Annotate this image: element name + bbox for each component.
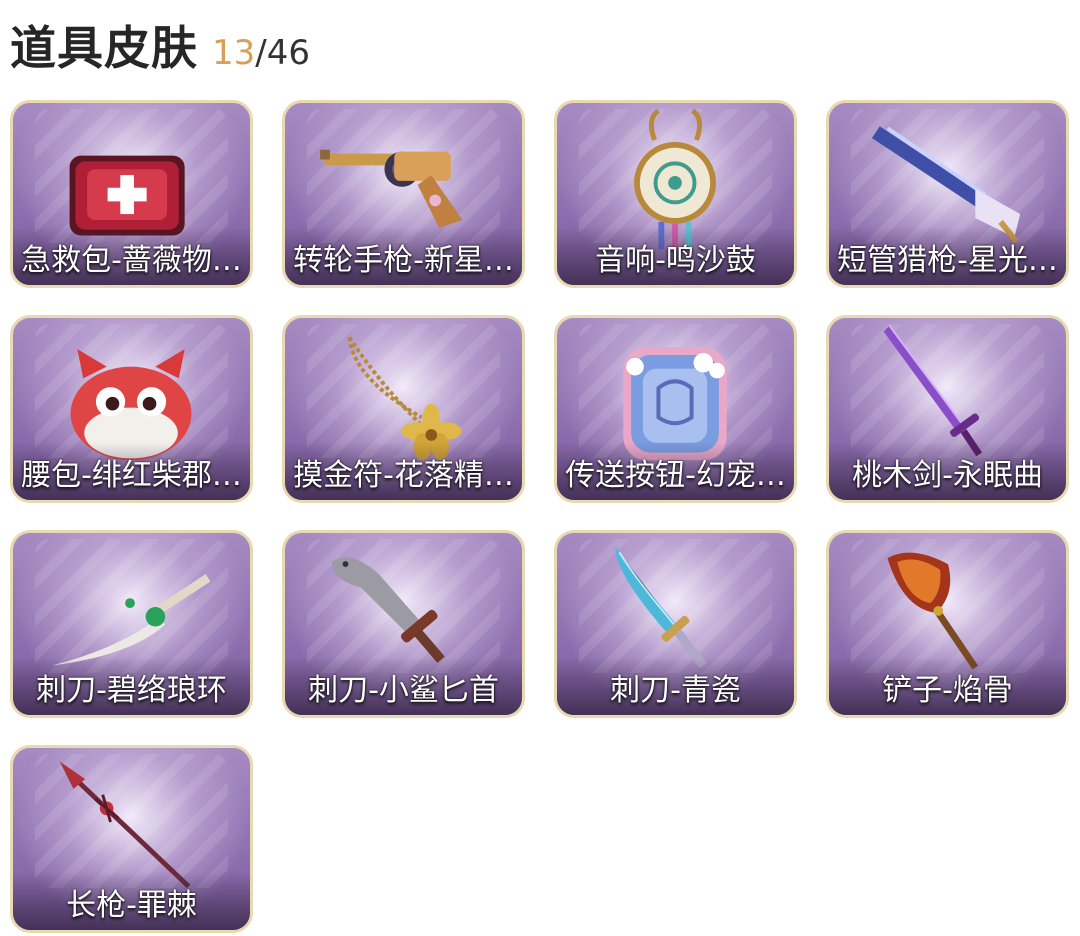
skin-card[interactable]: 转轮手枪-新星… — [282, 100, 525, 288]
shotgun-icon — [829, 103, 1066, 253]
skin-label: 摸金符-花落精… — [293, 458, 514, 493]
drum-speaker-icon — [557, 103, 794, 253]
skin-label: 短管猎枪-星光… — [837, 243, 1058, 278]
skin-card[interactable]: 铲子-焰骨 — [826, 530, 1069, 718]
skin-card[interactable]: 长枪-罪棘 — [10, 745, 253, 933]
collection-count: 13/46 — [212, 33, 310, 73]
thorn-spear-icon — [13, 748, 250, 898]
skin-label: 桃木剑-永眠曲 — [852, 458, 1043, 493]
skin-card[interactable]: 刺刀-小鲨匕首 — [282, 530, 525, 718]
celadon-dagger-icon — [557, 533, 794, 683]
skin-card[interactable]: 传送按钮-幻宠… — [554, 315, 797, 503]
total-count: 46 — [266, 33, 310, 73]
owned-count: 13 — [212, 33, 256, 73]
skin-label: 传送按钮-幻宠… — [565, 458, 786, 493]
purple-sword-icon — [829, 318, 1066, 468]
flame-shovel-icon — [829, 533, 1066, 683]
shark-dagger-icon — [285, 533, 522, 683]
skin-card[interactable]: 刺刀-青瓷 — [554, 530, 797, 718]
skin-label: 音响-鸣沙鼓 — [595, 243, 756, 278]
skin-card[interactable]: 腰包-绯红柴郡… — [10, 315, 253, 503]
skin-card[interactable]: 急救包-蔷薇物… — [10, 100, 253, 288]
skin-label: 刺刀-小鲨匕首 — [308, 673, 499, 708]
revolver-icon — [285, 103, 522, 253]
skin-label: 刺刀-碧络琅环 — [36, 673, 227, 708]
flower-amulet-icon — [285, 318, 522, 468]
first-aid-kit-icon — [13, 103, 250, 253]
count-separator: / — [255, 33, 267, 73]
skin-card[interactable]: 桃木剑-永眠曲 — [826, 315, 1069, 503]
section-title: 道具皮肤 — [10, 21, 198, 75]
cat-waist-bag-icon — [13, 318, 250, 468]
skin-label: 长枪-罪棘 — [66, 888, 197, 923]
skin-card[interactable]: 短管猎枪-星光… — [826, 100, 1069, 288]
skin-label: 铲子-焰骨 — [882, 673, 1013, 708]
skin-label: 急救包-蔷薇物… — [21, 243, 242, 278]
skin-card[interactable]: 音响-鸣沙鼓 — [554, 100, 797, 288]
skin-grid: 急救包-蔷薇物… 转轮手枪-新星… 音响-鸣沙鼓 短管猎枪-星光… 腰包-绯红柴… — [10, 100, 1069, 933]
jade-dagger-icon — [13, 533, 250, 683]
skin-label: 刺刀-青瓷 — [610, 673, 741, 708]
section-header: 道具皮肤 13/46 — [10, 12, 310, 75]
skin-card[interactable]: 摸金符-花落精… — [282, 315, 525, 503]
skin-card[interactable]: 刺刀-碧络琅环 — [10, 530, 253, 718]
skin-label: 腰包-绯红柴郡… — [21, 458, 242, 493]
skin-label: 转轮手枪-新星… — [293, 243, 514, 278]
teleport-button-icon — [557, 318, 794, 468]
